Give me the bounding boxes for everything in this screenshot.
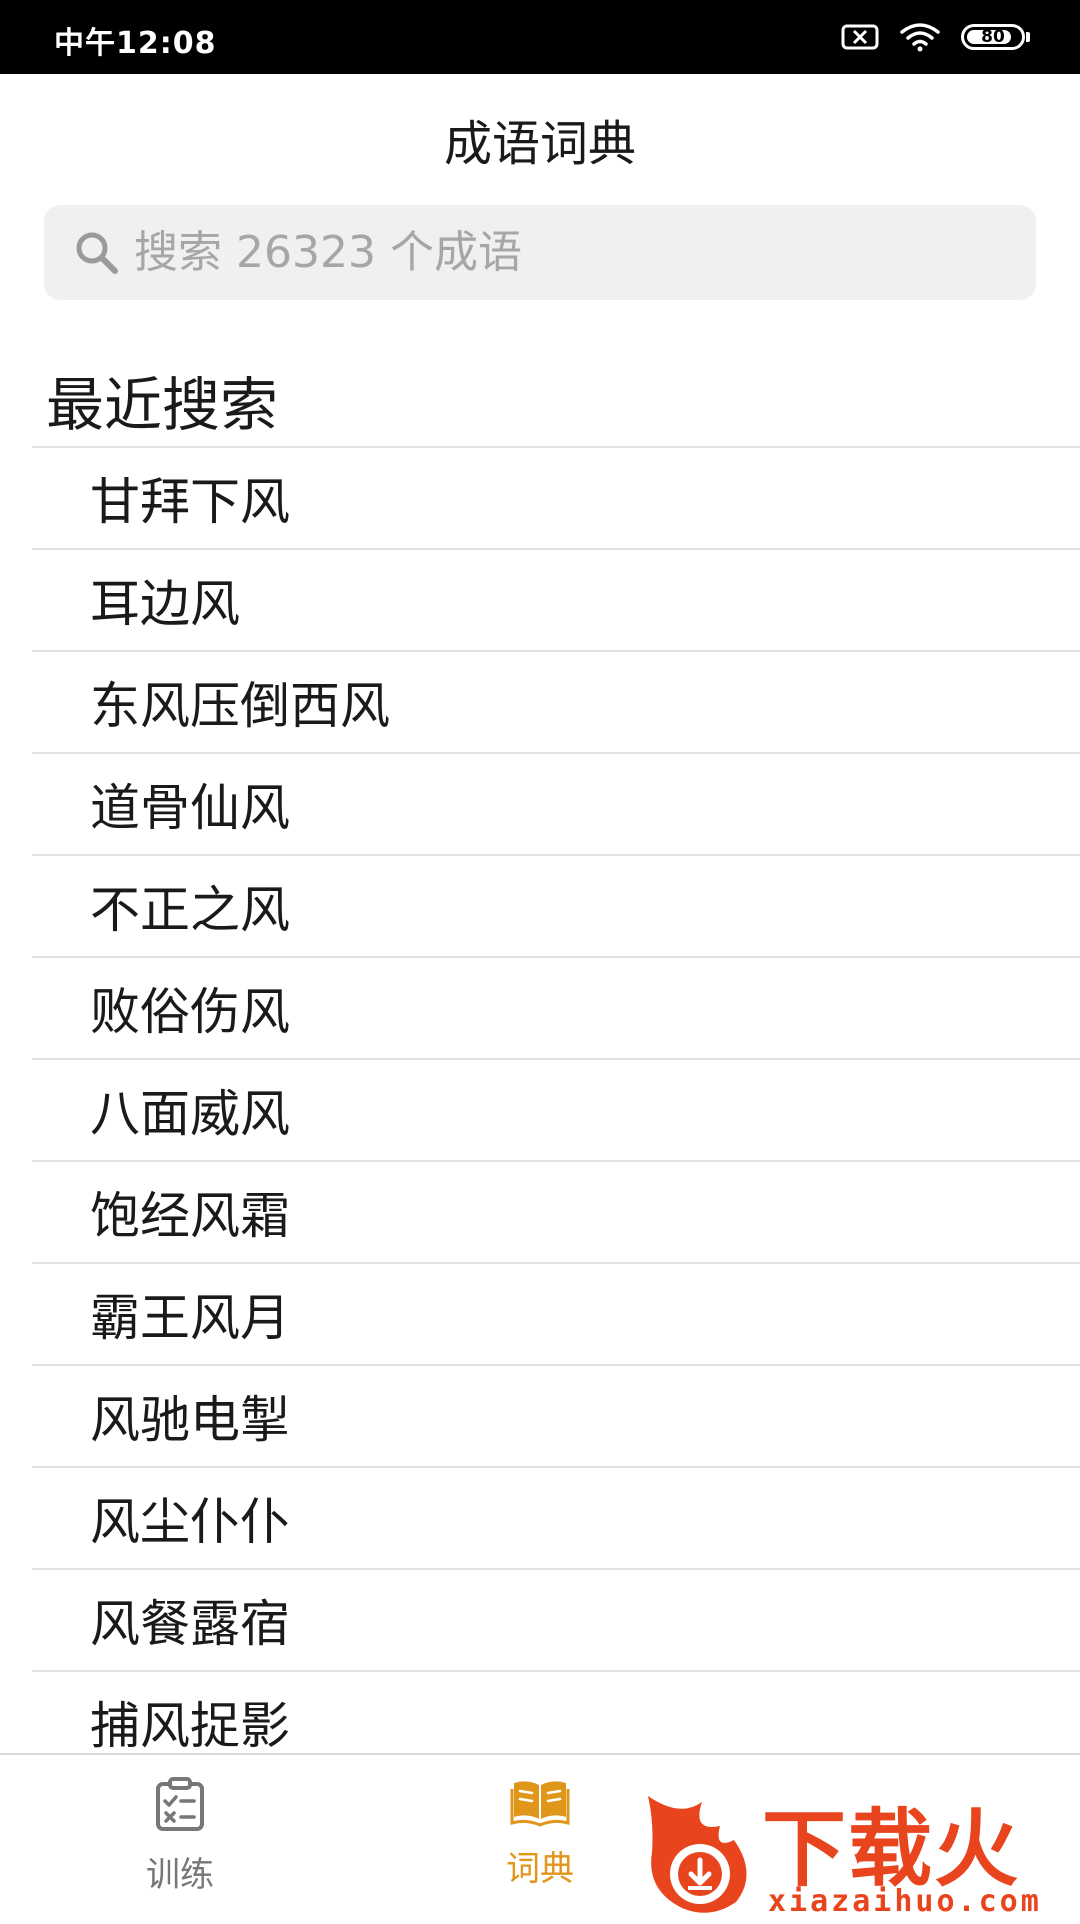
page-title: 成语词典 <box>443 116 636 172</box>
watermark-url: xiazaihuo.com <box>768 1884 1042 1919</box>
tab-dictionary[interactable]: 词典 <box>440 1777 640 1890</box>
list-item[interactable]: 败俗伤风 <box>32 956 1080 1058</box>
status-bar: 中午12:08 80 <box>0 0 1080 74</box>
list-item[interactable]: 道骨仙风 <box>32 752 1080 854</box>
tab-dictionary-label: 词典 <box>506 1849 574 1889</box>
sim-card-blocked-icon <box>841 24 879 50</box>
open-book-icon <box>510 1781 570 1827</box>
clipboard-checklist-icon <box>156 1777 204 1831</box>
list-item[interactable]: 不正之风 <box>32 854 1080 956</box>
list-item[interactable]: 霸王风月 <box>32 1262 1080 1364</box>
battery-icon: 80 <box>961 24 1025 50</box>
status-time: 中午12:08 <box>54 26 217 61</box>
search-input[interactable] <box>132 226 996 279</box>
battery-percent: 80 <box>981 27 1005 47</box>
list-item[interactable]: 八面威风 <box>32 1058 1080 1160</box>
tab-training-label: 训练 <box>146 1855 214 1895</box>
list-item[interactable]: 风尘仆仆 <box>32 1466 1080 1568</box>
battery-indicator: 80 <box>961 24 1030 50</box>
tab-training[interactable]: 训练 <box>80 1777 280 1896</box>
list-item[interactable]: 风驰电掣 <box>32 1364 1080 1466</box>
recent-searches-heading: 最近搜索 <box>46 371 279 439</box>
recent-search-list: 甘拜下风 耳边风 东风压倒西风 道骨仙风 不正之风 败俗伤风 八面威风 饱经风霜… <box>32 446 1080 1772</box>
watermark-logo: 下载火 xiazaihuo.com <box>640 1778 1080 1920</box>
list-item[interactable]: 风餐露宿 <box>32 1568 1080 1670</box>
search-icon <box>76 232 118 274</box>
list-item[interactable]: 耳边风 <box>32 548 1080 650</box>
search-box[interactable] <box>44 205 1036 300</box>
status-icons: 80 <box>841 22 1030 52</box>
list-item[interactable]: 东风压倒西风 <box>32 650 1080 752</box>
list-item[interactable]: 饱经风霜 <box>32 1160 1080 1262</box>
list-item[interactable]: 甘拜下风 <box>32 446 1080 548</box>
wifi-icon <box>900 23 940 52</box>
